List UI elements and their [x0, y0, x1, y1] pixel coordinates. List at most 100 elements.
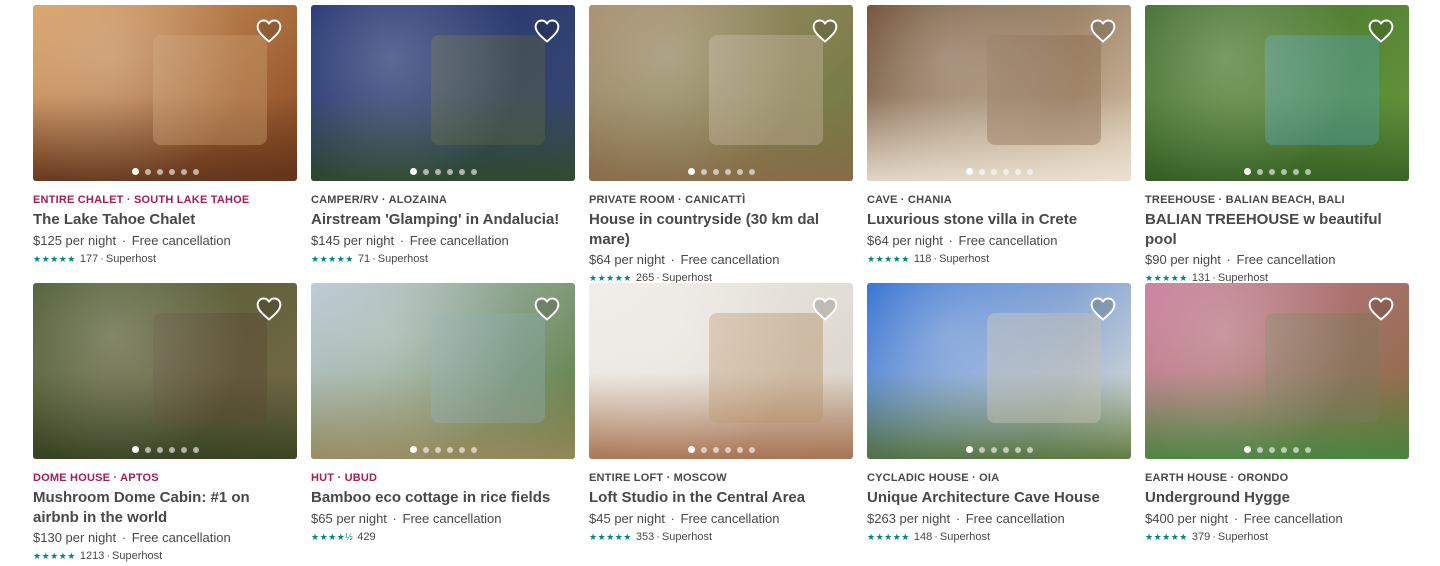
listing-title[interactable]: BALIAN TREEHOUSE w beautiful pool: [1145, 210, 1409, 249]
carousel-dot[interactable]: [1292, 446, 1299, 453]
listing-photo[interactable]: [589, 5, 853, 181]
heart-icon[interactable]: [1367, 17, 1395, 45]
listing-title[interactable]: Bamboo eco cottage in rice fields: [311, 488, 575, 508]
carousel-dot[interactable]: [180, 446, 187, 453]
carousel-dot[interactable]: [409, 168, 417, 175]
carousel-dot[interactable]: [192, 168, 199, 175]
listing-photo[interactable]: [311, 5, 575, 181]
listing-photo[interactable]: [311, 283, 575, 459]
listing-photo[interactable]: [1145, 283, 1409, 459]
carousel-dot[interactable]: [1014, 168, 1021, 175]
listing-photo[interactable]: [867, 5, 1131, 181]
listing-photo[interactable]: [33, 5, 297, 181]
carousel-dot[interactable]: [712, 168, 719, 175]
carousel-dot[interactable]: [180, 168, 187, 175]
listing-title[interactable]: Mushroom Dome Cabin: #1 on airbnb in the…: [33, 488, 297, 527]
carousel-dot[interactable]: [1243, 168, 1251, 175]
carousel-dot[interactable]: [422, 446, 429, 453]
heart-icon[interactable]: [811, 295, 839, 323]
carousel-dot[interactable]: [700, 168, 707, 175]
listing-card-4[interactable]: CAVE · CHANIA Luxurious stone villa in C…: [867, 5, 1131, 267]
carousel-dot[interactable]: [1280, 446, 1287, 453]
carousel-dot[interactable]: [1268, 446, 1275, 453]
carousel-dot[interactable]: [712, 446, 719, 453]
listing-title[interactable]: Luxurious stone villa in Crete: [867, 210, 1131, 230]
heart-icon[interactable]: [1089, 17, 1117, 45]
carousel-dot[interactable]: [1292, 168, 1299, 175]
carousel-dot[interactable]: [1304, 168, 1311, 175]
carousel-dot[interactable]: [470, 168, 477, 175]
carousel-dot[interactable]: [700, 446, 707, 453]
carousel-dot[interactable]: [1014, 446, 1021, 453]
heart-icon[interactable]: [1367, 295, 1395, 323]
carousel-dot[interactable]: [724, 446, 731, 453]
listing-title[interactable]: Unique Architecture Cave House: [867, 488, 1131, 508]
listing-photo[interactable]: [1145, 5, 1409, 181]
heart-icon[interactable]: [533, 295, 561, 323]
carousel-dot[interactable]: [434, 168, 441, 175]
carousel-dot[interactable]: [458, 168, 465, 175]
carousel-dot[interactable]: [458, 446, 465, 453]
carousel-dot[interactable]: [131, 446, 139, 453]
carousel-dot[interactable]: [1002, 168, 1009, 175]
listing-photo[interactable]: [589, 283, 853, 459]
carousel-dot[interactable]: [724, 168, 731, 175]
carousel-dot[interactable]: [1256, 168, 1263, 175]
carousel-dot[interactable]: [978, 168, 985, 175]
listing-card-10[interactable]: EARTH HOUSE · ORONDO Underground Hygge $…: [1145, 283, 1409, 545]
listing-card-3[interactable]: PRIVATE ROOM · CANICATTÌ House in countr…: [589, 5, 853, 286]
listing-photo[interactable]: [33, 283, 297, 459]
listing-title[interactable]: Airstream 'Glamping' in Andalucia!: [311, 210, 575, 230]
carousel-dot[interactable]: [1026, 168, 1033, 175]
carousel-dot[interactable]: [687, 168, 695, 175]
carousel-dot[interactable]: [687, 446, 695, 453]
listing-card-2[interactable]: CAMPER/RV · ALOZAINA Airstream 'Glamping…: [311, 5, 575, 267]
carousel-dot[interactable]: [446, 446, 453, 453]
carousel-dot[interactable]: [144, 168, 151, 175]
carousel-dot[interactable]: [1268, 168, 1275, 175]
carousel-dot[interactable]: [156, 446, 163, 453]
carousel-dot[interactable]: [470, 446, 477, 453]
carousel-dot[interactable]: [990, 168, 997, 175]
carousel-dot[interactable]: [1243, 446, 1251, 453]
heart-icon[interactable]: [1089, 295, 1117, 323]
heart-icon[interactable]: [255, 295, 283, 323]
carousel-dot[interactable]: [965, 446, 973, 453]
listing-title[interactable]: House in countryside (30 km dal mare): [589, 210, 853, 249]
carousel-dot[interactable]: [168, 446, 175, 453]
listing-card-7[interactable]: HUT · UBUD Bamboo eco cottage in rice fi…: [311, 283, 575, 545]
carousel-dot[interactable]: [1002, 446, 1009, 453]
listing-photo[interactable]: [867, 283, 1131, 459]
carousel-dot[interactable]: [978, 446, 985, 453]
carousel-dot[interactable]: [434, 446, 441, 453]
carousel-dot[interactable]: [965, 168, 973, 175]
carousel-dot[interactable]: [422, 168, 429, 175]
carousel-dot[interactable]: [409, 446, 417, 453]
listing-card-6[interactable]: DOME HOUSE · APTOS Mushroom Dome Cabin: …: [33, 283, 297, 564]
listing-title[interactable]: The Lake Tahoe Chalet: [33, 210, 297, 230]
listing-card-8[interactable]: ENTIRE LOFT · MOSCOW Loft Studio in the …: [589, 283, 853, 545]
carousel-dot[interactable]: [1280, 168, 1287, 175]
carousel-dot[interactable]: [1256, 446, 1263, 453]
carousel-dot[interactable]: [736, 168, 743, 175]
listing-title[interactable]: Underground Hygge: [1145, 488, 1409, 508]
carousel-dot[interactable]: [192, 446, 199, 453]
carousel-dot[interactable]: [736, 446, 743, 453]
carousel-dot[interactable]: [748, 446, 755, 453]
carousel-dot[interactable]: [144, 446, 151, 453]
carousel-dot[interactable]: [1304, 446, 1311, 453]
carousel-dot[interactable]: [131, 168, 139, 175]
listing-card-5[interactable]: TREEHOUSE · BALIAN BEACH, BALI BALIAN TR…: [1145, 5, 1409, 286]
carousel-dot[interactable]: [156, 168, 163, 175]
listing-card-9[interactable]: CYCLADIC HOUSE · OIA Unique Architecture…: [867, 283, 1131, 545]
carousel-dot[interactable]: [1026, 446, 1033, 453]
carousel-dot[interactable]: [168, 168, 175, 175]
heart-icon[interactable]: [255, 17, 283, 45]
listing-card-1[interactable]: ENTIRE CHALET · SOUTH LAKE TAHOE The Lak…: [33, 5, 297, 267]
heart-icon[interactable]: [811, 17, 839, 45]
carousel-dot[interactable]: [990, 446, 997, 453]
carousel-dot[interactable]: [748, 168, 755, 175]
listing-title[interactable]: Loft Studio in the Central Area: [589, 488, 853, 508]
heart-icon[interactable]: [533, 17, 561, 45]
carousel-dot[interactable]: [446, 168, 453, 175]
